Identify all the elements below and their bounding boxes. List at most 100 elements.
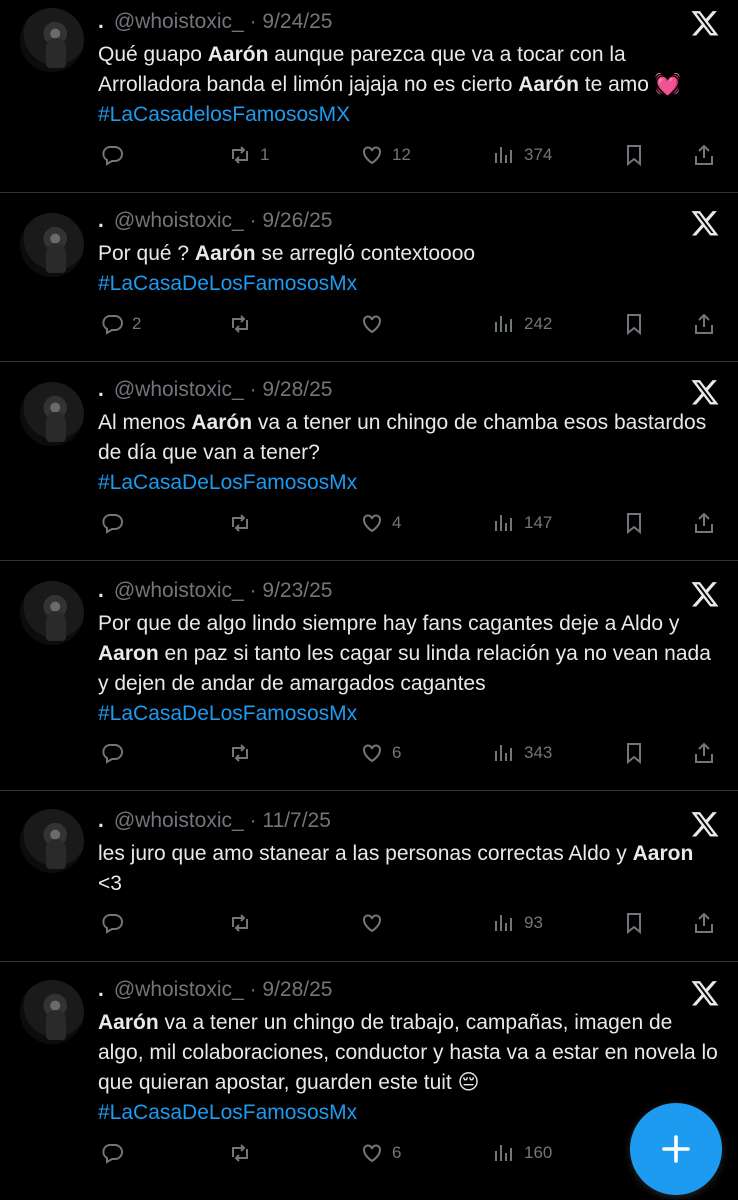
views-count: 147: [524, 513, 553, 532]
bookmark-button[interactable]: [622, 738, 646, 768]
views-button[interactable]: 93: [492, 908, 543, 938]
tweet-date[interactable]: 9/23/25: [262, 579, 332, 602]
repost-button[interactable]: [228, 1138, 260, 1168]
mention-bold: Aarón: [518, 73, 579, 96]
display-name[interactable]: .: [98, 579, 104, 602]
plus-icon: [662, 1135, 690, 1163]
bookmark-button[interactable]: [622, 140, 646, 170]
x-logo-icon[interactable]: [690, 208, 720, 238]
like-count: 4: [392, 513, 402, 532]
hashtag-link[interactable]: #LaCasaDeLosFamososMx: [98, 702, 357, 725]
tweet[interactable]: . @whoistoxic_ · 11/7/25 les juro que amo…: [0, 791, 738, 961]
handle[interactable]: @whoistoxic_: [114, 10, 244, 33]
display-name[interactable]: .: [98, 809, 104, 832]
like-button[interactable]: [360, 309, 392, 339]
views-button[interactable]: 343: [492, 738, 552, 768]
tweet-text: Por que de algo lindo siempre hay fans c…: [98, 612, 711, 725]
reply-button[interactable]: [100, 1138, 132, 1168]
handle[interactable]: @whoistoxic_: [114, 978, 244, 1001]
tweet[interactable]: . @whoistoxic_ · 9/24/25 Qué guapo Aarón …: [0, 0, 738, 192]
views-icon: [495, 745, 512, 761]
bookmark-button[interactable]: [622, 309, 646, 339]
display-name[interactable]: .: [98, 209, 104, 232]
handle[interactable]: @whoistoxic_: [114, 378, 244, 401]
hashtag-link[interactable]: #LaCasaDeLosFamososMx: [98, 272, 357, 295]
display-name[interactable]: .: [98, 10, 104, 33]
x-logo-icon[interactable]: [690, 579, 720, 609]
avatar[interactable]: [20, 980, 84, 1044]
heart-icon: [363, 744, 381, 763]
share-button[interactable]: [692, 140, 716, 170]
reply-button[interactable]: [100, 908, 132, 938]
hashtag-link[interactable]: #LaCasadelosFamososMX: [98, 103, 350, 126]
reply-button[interactable]: 2: [100, 309, 141, 339]
hashtag-link[interactable]: #LaCasaDeLosFamososMx: [98, 1101, 357, 1124]
reply-count: 2: [132, 314, 142, 333]
handle[interactable]: @whoistoxic_: [114, 209, 244, 232]
action-bar: 4 147: [98, 508, 718, 538]
share-button[interactable]: [692, 738, 716, 768]
x-logo-icon[interactable]: [690, 809, 720, 839]
reply-button[interactable]: [100, 738, 132, 768]
repost-icon: [232, 514, 248, 532]
like-button[interactable]: 4: [360, 508, 401, 538]
action-bar: 6 160: [98, 1138, 718, 1168]
display-name[interactable]: .: [98, 378, 104, 401]
views-button[interactable]: 242: [492, 309, 552, 339]
avatar[interactable]: [20, 8, 84, 72]
tweet[interactable]: . @whoistoxic_ · 9/23/25 Por que de algo …: [0, 561, 738, 790]
separator-dot: ·: [249, 209, 257, 232]
handle[interactable]: @whoistoxic_: [114, 579, 244, 602]
repost-button[interactable]: [228, 908, 260, 938]
bookmark-button[interactable]: [622, 508, 646, 538]
tweet-date[interactable]: 9/24/25: [262, 10, 332, 33]
bookmark-icon: [627, 913, 641, 935]
repost-button[interactable]: [228, 309, 260, 339]
share-button[interactable]: [692, 309, 716, 339]
avatar[interactable]: [20, 382, 84, 446]
mention-bold: Aarón: [191, 411, 253, 434]
repost-button[interactable]: [228, 738, 260, 768]
tweet[interactable]: . @whoistoxic_ · 9/26/25 Por qué ? Aarón …: [0, 193, 738, 361]
tweet-header: . @whoistoxic_ · 9/26/25: [98, 207, 332, 235]
like-button[interactable]: 6: [360, 738, 401, 768]
hashtag-link[interactable]: #LaCasaDeLosFamososMx: [98, 471, 357, 494]
like-button[interactable]: 6: [360, 1138, 401, 1168]
tweet[interactable]: . @whoistoxic_ · 9/28/25 Al menos Aarón v…: [0, 362, 738, 560]
views-button[interactable]: 147: [492, 508, 552, 538]
like-button[interactable]: 12: [360, 140, 411, 170]
x-logo-icon[interactable]: [690, 978, 720, 1008]
tweet-date[interactable]: 9/26/25: [262, 209, 332, 232]
tweet-date[interactable]: 9/28/25: [262, 978, 332, 1001]
avatar[interactable]: [20, 581, 84, 645]
repost-button[interactable]: [228, 508, 260, 538]
views-count: 93: [524, 913, 543, 932]
like-count: 6: [392, 1143, 402, 1162]
separator-dot: ·: [249, 978, 257, 1001]
views-button[interactable]: 374: [492, 140, 552, 170]
reply-button[interactable]: [100, 508, 132, 538]
tweet-date[interactable]: 11/7/25: [262, 809, 331, 832]
avatar[interactable]: [20, 809, 84, 873]
display-name[interactable]: .: [98, 978, 104, 1001]
bookmark-button[interactable]: [622, 908, 646, 938]
repost-button[interactable]: 1: [228, 140, 269, 170]
views-count: 160: [524, 1143, 553, 1162]
x-logo-icon[interactable]: [690, 377, 720, 407]
handle[interactable]: @whoistoxic_: [114, 809, 244, 832]
compose-button[interactable]: [630, 1103, 722, 1195]
like-button[interactable]: [360, 908, 392, 938]
tweet-date[interactable]: 9/28/25: [262, 378, 332, 401]
share-button[interactable]: [692, 508, 716, 538]
share-button[interactable]: [692, 908, 716, 938]
heart-icon: [363, 514, 381, 533]
reply-button[interactable]: [100, 140, 132, 170]
avatar[interactable]: [20, 213, 84, 277]
action-bar: 1 12 374: [98, 140, 718, 170]
tweet-header: . @whoistoxic_ · 9/28/25: [98, 376, 332, 404]
views-count: 343: [524, 743, 553, 762]
views-button[interactable]: 160: [492, 1138, 552, 1168]
views-icon: [495, 915, 512, 931]
x-logo-icon[interactable]: [690, 8, 720, 38]
tweet[interactable]: . @whoistoxic_ · 9/28/25 Aarón va a tener…: [0, 962, 738, 1200]
